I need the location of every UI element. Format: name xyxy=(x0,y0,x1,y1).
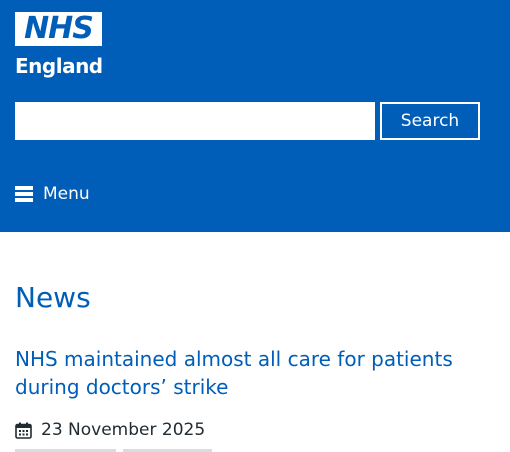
search-button[interactable]: Search xyxy=(380,102,480,140)
article-date: 23 November 2025 xyxy=(15,419,205,441)
article-date-text: 23 November 2025 xyxy=(41,420,206,440)
site-header: NHS England Search Menu xyxy=(0,0,510,232)
menu-label: Menu xyxy=(43,184,90,204)
nhs-logo-text: NHS xyxy=(24,11,94,46)
search-input[interactable] xyxy=(15,102,375,140)
nhs-england-logo[interactable]: NHS England xyxy=(15,12,103,78)
page-title: News xyxy=(15,281,91,314)
nhs-logo-mark: NHS xyxy=(15,12,102,46)
menu-toggle[interactable]: Menu xyxy=(15,182,90,206)
article-title-link[interactable]: NHS maintained almost all care for patie… xyxy=(15,345,505,401)
menu-icon xyxy=(15,186,33,202)
calendar-icon xyxy=(15,422,32,439)
logo-subtitle: England xyxy=(15,54,103,78)
